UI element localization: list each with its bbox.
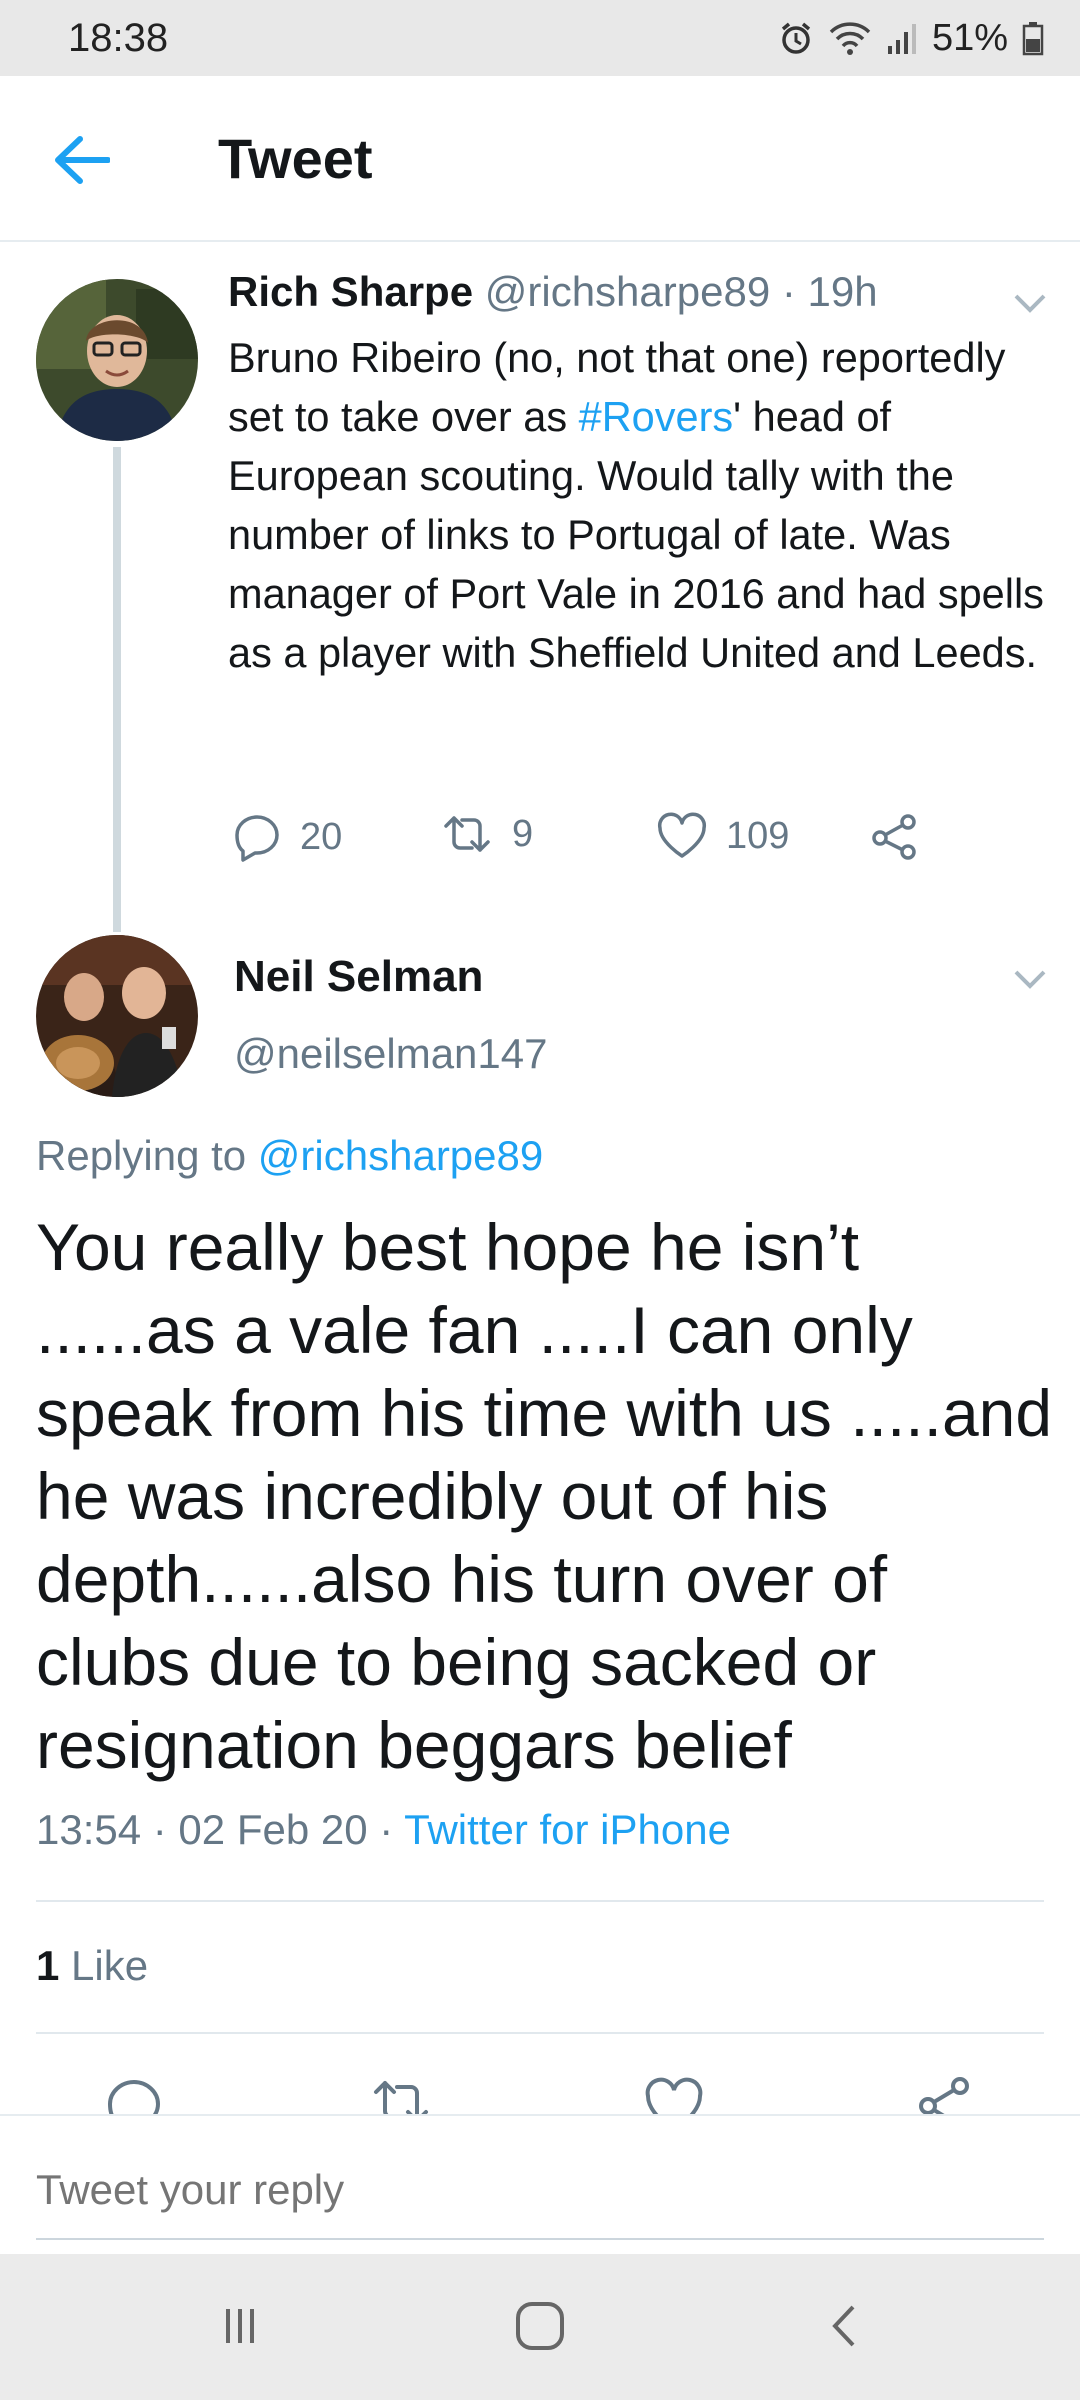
tweet1-actions: 20 9 109 [228, 812, 948, 868]
back-arrow-icon [55, 136, 110, 184]
system-nav-bar [0, 2254, 1080, 2400]
home-icon [516, 2302, 564, 2350]
recents-icon [226, 2309, 254, 2343]
divider [36, 1900, 1044, 1902]
heart-icon [645, 2077, 703, 2114]
back-button[interactable] [52, 130, 112, 190]
replying-handle-link[interactable]: @richsharpe89 [258, 1132, 543, 1179]
tweet2-actions [0, 2070, 1080, 2114]
battery-icon [1022, 20, 1044, 56]
thread-line [113, 447, 121, 932]
signal-icon [886, 20, 918, 56]
back-chevron-icon [832, 2305, 855, 2347]
heart-icon [657, 812, 707, 858]
status-bar: 18:38 51% [0, 0, 1080, 76]
wifi-icon [828, 20, 872, 56]
tweet1-author-handle[interactable]: @richsharpe89 [485, 268, 770, 315]
tweet1-time: · 19h [781, 268, 878, 315]
reply-button-large[interactable] [104, 2076, 164, 2114]
status-icons: 51% [778, 17, 1044, 60]
chevron-down-icon [1014, 970, 1046, 989]
recents-button[interactable] [200, 2296, 280, 2356]
reply-button[interactable]: 20 [232, 812, 342, 862]
reply-input[interactable] [36, 2166, 936, 2214]
likes-count: 1 [36, 1942, 60, 1989]
back-nav-button[interactable] [806, 2296, 886, 2356]
tweet-source-link[interactable]: Twitter for iPhone [404, 1806, 731, 1853]
share-icon [872, 814, 916, 860]
tweet2-meta: 13:54 · 02 Feb 20 · Twitter for iPhone [36, 1806, 731, 1854]
like-button[interactable]: 109 [656, 812, 789, 860]
retweet-button[interactable]: 9 [440, 812, 533, 856]
replying-prefix: Replying to [36, 1132, 258, 1179]
tweet1-text: Bruno Ribeiro (no, not that one) reporte… [228, 328, 1048, 682]
chevron-down-icon [1014, 294, 1046, 313]
retweet-button-large[interactable] [370, 2076, 432, 2114]
avatar-neil-selman[interactable] [36, 935, 198, 1097]
reply-input-underline [36, 2238, 1044, 2240]
tweet2-text: You really best hope he isn’t ......as a… [36, 1210, 1053, 1782]
tweet2-menu-button[interactable] [1010, 964, 1050, 994]
tweet2-author-name[interactable]: Neil Selman [234, 952, 483, 1002]
home-button[interactable] [500, 2296, 580, 2356]
replying-to: Replying to @richsharpe89 [36, 1132, 543, 1180]
like-count: 109 [726, 814, 790, 857]
hashtag-link[interactable]: #Rovers [579, 393, 734, 440]
share-button[interactable] [868, 812, 920, 860]
likes-label: Like [59, 1942, 149, 1989]
page-title: Tweet [218, 127, 373, 190]
alarm-icon [778, 20, 814, 56]
reply-bar [0, 2114, 1080, 2254]
tweet1-menu-button[interactable] [1010, 288, 1050, 318]
reply-icon [235, 815, 279, 862]
likes-summary[interactable]: 1 Like [36, 1942, 148, 1990]
retweet-icon [444, 816, 490, 852]
like-button-large[interactable] [644, 2076, 704, 2114]
tweet2-author-handle[interactable]: @neilselman147 [234, 1030, 547, 1078]
battery-percent: 51% [931, 16, 1008, 59]
status-time: 18:38 [68, 15, 169, 60]
divider [36, 2032, 1044, 2034]
reply-icon [107, 2079, 161, 2114]
retweet-count: 9 [512, 812, 534, 855]
tweet1-header: Rich Sharpe @richsharpe89 · 19h [228, 268, 878, 316]
share-button-large[interactable] [914, 2076, 974, 2114]
tweet1-author-name[interactable]: Rich Sharpe [228, 268, 473, 315]
share-icon [919, 2077, 969, 2114]
avatar-rich-sharpe[interactable] [36, 279, 198, 441]
tweet2-timestamp: 13:54 · 02 Feb 20 · [36, 1806, 405, 1853]
retweet-icon [374, 2081, 428, 2114]
app-header: Tweet [0, 76, 1080, 242]
reply-count: 20 [300, 815, 343, 858]
